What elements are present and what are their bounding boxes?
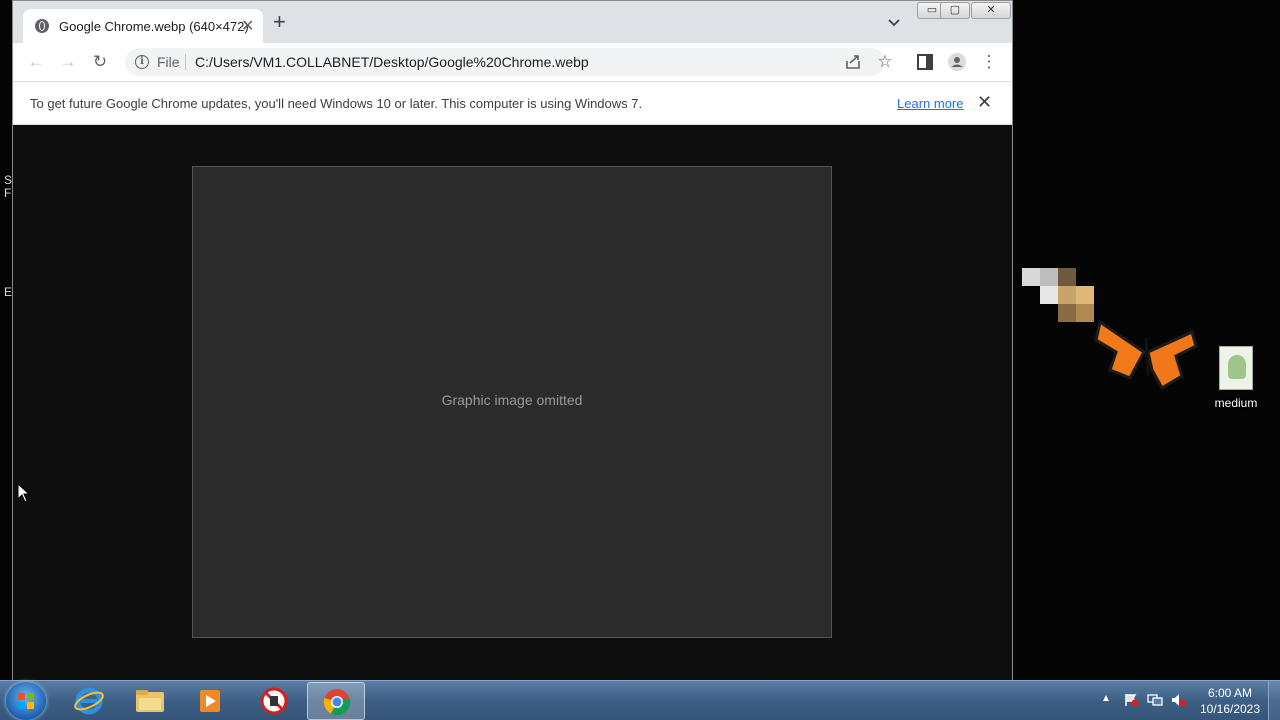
address-bar[interactable]: i File C:/Users/VM1.COLLABNET/Desktop/Go…: [125, 48, 885, 76]
taskbar-internet-explorer[interactable]: [60, 682, 118, 720]
title-bar: Google Chrome.webp (640×472) ✕ + ▭ ▢ ✕: [13, 1, 1012, 43]
new-tab-button[interactable]: +: [273, 11, 286, 33]
action-center-flag-icon[interactable]: [1123, 693, 1139, 707]
maximize-button[interactable]: ▢: [940, 2, 970, 19]
butterfly-sticker: [1094, 319, 1198, 391]
forward-arrow-icon[interactable]: →: [58, 52, 78, 72]
windows-flag-icon: [18, 693, 34, 709]
clock-time: 6:00 AM: [1207, 686, 1253, 700]
chrome-window: Google Chrome.webp (640×472) ✕ + ▭ ▢ ✕ ←…: [12, 0, 1013, 680]
edge-text-2: F: [4, 186, 12, 200]
taskbar-media-player[interactable]: [181, 682, 239, 720]
side-panel-icon[interactable]: [915, 52, 935, 72]
tab-title: Google Chrome.webp (640×472): [59, 19, 249, 34]
internet-explorer-icon: [74, 687, 104, 715]
network-icon[interactable]: [1147, 693, 1163, 707]
reload-icon[interactable]: ↻: [90, 52, 110, 72]
folder-icon: [136, 690, 164, 712]
volume-muted-icon[interactable]: [1171, 693, 1187, 707]
start-button[interactable]: [6, 682, 46, 720]
edge-text-3: E: [4, 285, 13, 299]
profile-avatar-icon[interactable]: [947, 52, 967, 72]
update-infobar: To get future Google Chrome updates, you…: [13, 81, 1012, 125]
infobar-close-icon[interactable]: ✕: [977, 92, 992, 113]
placeholder-notice: Graphic image omitted: [441, 392, 583, 408]
image-viewer: Graphic image omitted: [13, 125, 1012, 680]
file-thumbnail-icon: [1219, 346, 1253, 390]
close-window-button[interactable]: ✕: [971, 2, 1011, 19]
tab-close-icon[interactable]: ✕: [241, 16, 254, 36]
clock-date: 10/16/2023: [1199, 702, 1261, 716]
chrome-icon: [323, 689, 351, 716]
infobar-message: To get future Google Chrome updates, you…: [30, 96, 643, 111]
bookmark-star-icon[interactable]: ☆: [875, 52, 895, 72]
back-arrow-icon[interactable]: ←: [26, 52, 46, 72]
prohibited-icon: [260, 687, 288, 715]
kebab-menu-icon[interactable]: ⋮: [979, 52, 999, 72]
chevron-down-icon[interactable]: [887, 16, 901, 30]
viewed-image-placeholder[interactable]: Graphic image omitted: [192, 166, 832, 638]
system-tray: ▲ 6:00 AM 10/16/2023: [1095, 681, 1280, 720]
info-icon[interactable]: i: [135, 55, 149, 69]
address-separator: [185, 54, 186, 70]
media-player-icon: [200, 690, 220, 712]
globe-icon: [35, 19, 49, 33]
taskbar: ▲ 6:00 AM 10/16/2023: [0, 680, 1280, 720]
share-icon[interactable]: [843, 52, 863, 72]
edge-text-1: S: [4, 173, 13, 187]
desktop-icon-label: medium: [1214, 396, 1258, 410]
tab-active[interactable]: Google Chrome.webp (640×472) ✕: [23, 9, 263, 43]
desktop-icon-medium[interactable]: medium: [1210, 346, 1262, 410]
clock[interactable]: 6:00 AM 10/16/2023: [1195, 685, 1265, 717]
taskbar-chrome[interactable]: [307, 682, 365, 720]
taskbar-blocked-app[interactable]: [245, 682, 303, 720]
toolbar: ← → ↻ i File C:/Users/VM1.COLLABNET/Desk…: [13, 43, 1012, 81]
taskbar-file-explorer[interactable]: [121, 682, 179, 720]
learn-more-link[interactable]: Learn more: [897, 96, 963, 111]
show-desktop-button[interactable]: [1268, 681, 1280, 720]
address-scheme: File: [157, 54, 180, 70]
mouse-cursor-icon: [17, 483, 31, 503]
show-hidden-icons-icon[interactable]: ▲: [1101, 693, 1111, 704]
address-url[interactable]: C:/Users/VM1.COLLABNET/Desktop/Google%20…: [195, 54, 589, 70]
